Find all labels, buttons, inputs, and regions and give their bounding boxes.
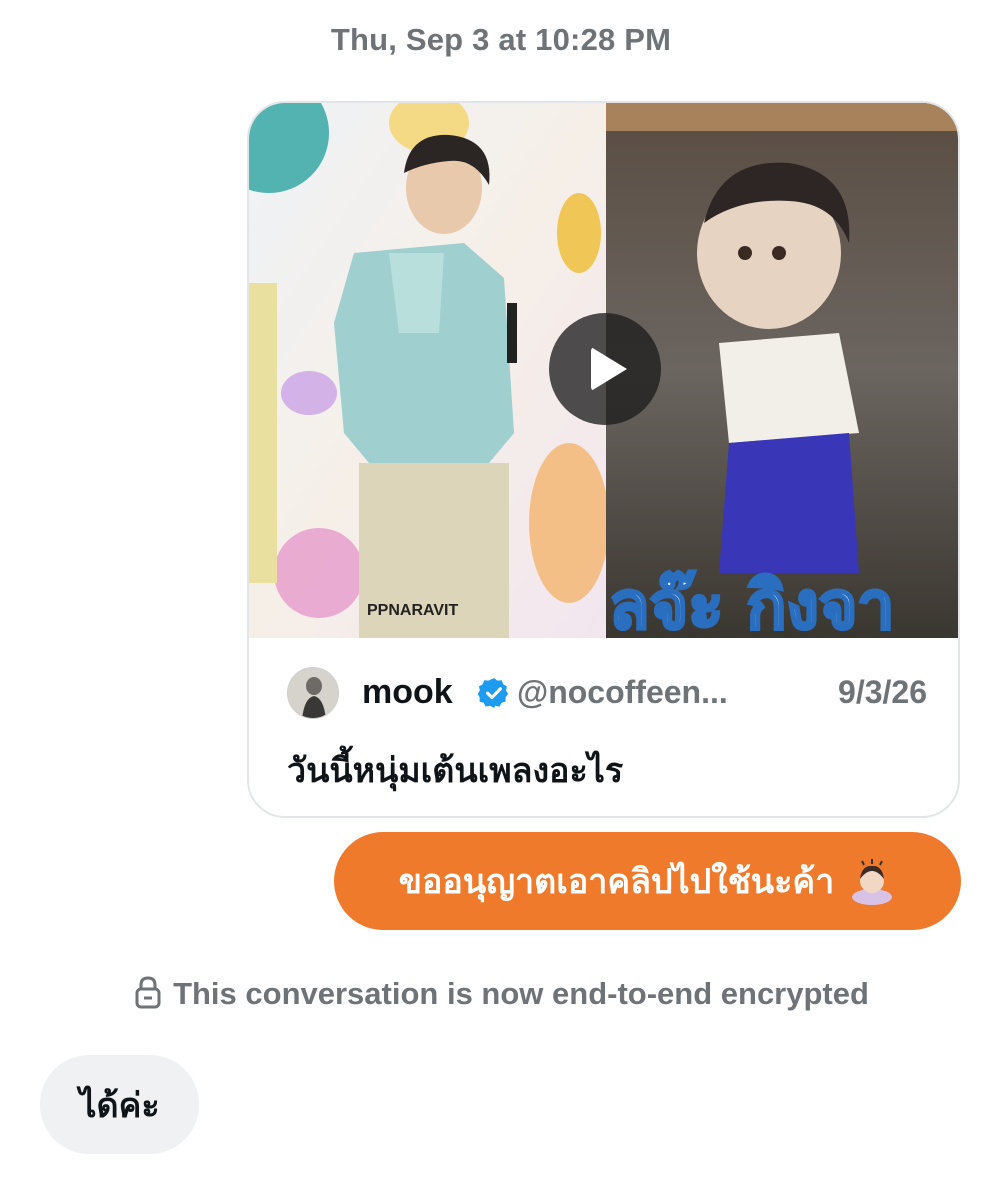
shared-post-card[interactable]: PPNARAVIT ลจ๊ะ กิงจา mook @nocoffeen... … — [247, 101, 960, 818]
outgoing-message-bubble[interactable]: ขออนุญาตเอาคลิปไปใช้นะค้า — [334, 832, 961, 930]
post-text: วันนี้หนุ่มเต้นเพลงอะไร — [287, 752, 624, 790]
author-handle[interactable]: @nocoffeen... — [517, 674, 728, 711]
video-thumbnail[interactable]: PPNARAVIT ลจ๊ะ กิงจา — [249, 103, 958, 638]
encryption-notice: This conversation is now end-to-end encr… — [0, 975, 1002, 1012]
play-button[interactable] — [549, 313, 661, 425]
conversation-timestamp: Thu, Sep 3 at 10:28 PM — [330, 22, 672, 57]
svg-text:ลจ๊ะ กิงจา: ลจ๊ะ กิงจา — [609, 567, 894, 638]
post-header: mook @nocoffeen... 9/3/26 — [287, 665, 927, 721]
author-name[interactable]: mook — [362, 673, 453, 712]
incoming-message-bubble[interactable]: ได้ค่ะ — [40, 1055, 199, 1154]
post-date: 9/3/26 — [838, 674, 927, 710]
message-text: ได้ค่ะ — [79, 1086, 160, 1125]
message-text: ขออนุญาตเอาคลิปไปใช้นะค้า — [398, 863, 835, 901]
lock-icon — [135, 976, 161, 1009]
play-icon — [591, 347, 627, 391]
verified-badge-icon — [477, 678, 509, 708]
svg-text:PPNARAVIT: PPNARAVIT — [367, 602, 458, 619]
author-avatar[interactable] — [287, 667, 339, 719]
encryption-notice-text: This conversation is now end-to-end encr… — [173, 976, 869, 1011]
person-bowing-emoji-icon — [848, 857, 896, 905]
